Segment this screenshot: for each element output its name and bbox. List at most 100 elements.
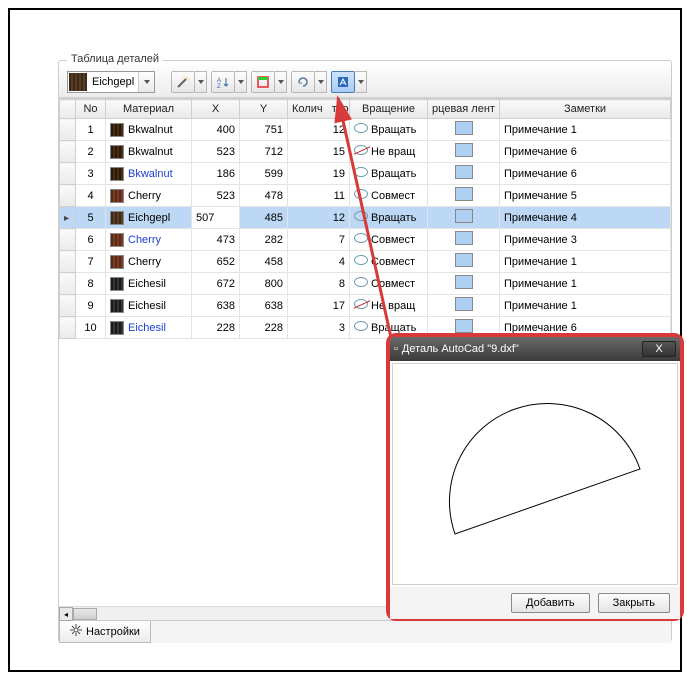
- cell-note[interactable]: Примечание 6: [500, 163, 671, 185]
- color-rect-button[interactable]: [251, 71, 275, 93]
- cell-x[interactable]: 638: [192, 295, 240, 317]
- cell-note[interactable]: Примечание 4: [500, 207, 671, 229]
- cell-x[interactable]: 186: [192, 163, 240, 185]
- cell-note[interactable]: Примечание 5: [500, 185, 671, 207]
- cell-x[interactable]: 523: [192, 141, 240, 163]
- cell-edge[interactable]: [428, 119, 500, 141]
- cell-y[interactable]: 751: [240, 119, 288, 141]
- edge-swatch-icon: [455, 165, 473, 179]
- cell-y[interactable]: 485: [240, 207, 288, 229]
- scroll-left-button[interactable]: ◂: [59, 607, 73, 621]
- close-dialog-button[interactable]: Закрыть: [598, 593, 670, 613]
- cell-material[interactable]: Bkwalnut: [106, 141, 192, 163]
- material-name: Eichesil: [128, 278, 166, 290]
- cell-x[interactable]: 507: [192, 207, 240, 229]
- col-y[interactable]: Y: [240, 100, 288, 119]
- dialog-preview: [392, 363, 678, 585]
- cell-edge[interactable]: [428, 273, 500, 295]
- cell-y[interactable]: 599: [240, 163, 288, 185]
- chevron-down-icon[interactable]: [195, 71, 207, 93]
- row-marker: [60, 163, 76, 185]
- chevron-down-icon[interactable]: [275, 71, 287, 93]
- close-button[interactable]: X: [642, 341, 676, 357]
- cell-no[interactable]: 10: [76, 317, 106, 339]
- cell-edge[interactable]: [428, 163, 500, 185]
- autocad-preview-button[interactable]: [331, 71, 355, 93]
- cell-material[interactable]: Eichesil: [106, 273, 192, 295]
- cell-edge[interactable]: [428, 295, 500, 317]
- cell-y[interactable]: 478: [240, 185, 288, 207]
- add-button[interactable]: Добавить: [511, 593, 590, 613]
- edge-swatch-icon: [455, 121, 473, 135]
- cell-x[interactable]: 672: [192, 273, 240, 295]
- dialog-titlebar[interactable]: ▫ Деталь AutoCad "9.dxf" X: [390, 337, 680, 361]
- cell-note[interactable]: Примечание 1: [500, 251, 671, 273]
- cell-no[interactable]: 9: [76, 295, 106, 317]
- cell-edge[interactable]: [428, 251, 500, 273]
- material-name: Eichesil: [128, 322, 166, 334]
- cell-y[interactable]: 458: [240, 251, 288, 273]
- cell-material[interactable]: Cherry: [106, 185, 192, 207]
- scroll-thumb[interactable]: [73, 608, 97, 620]
- col-no[interactable]: No: [76, 100, 106, 119]
- cell-material[interactable]: Bkwalnut: [106, 163, 192, 185]
- cell-edge[interactable]: [428, 207, 500, 229]
- cell-edge[interactable]: [428, 229, 500, 251]
- rotate-button[interactable]: [291, 71, 315, 93]
- cell-no[interactable]: 5: [76, 207, 106, 229]
- edge-swatch-icon: [455, 143, 473, 157]
- cell-y[interactable]: 282: [240, 229, 288, 251]
- col-material[interactable]: Материал: [106, 100, 192, 119]
- cell-no[interactable]: 4: [76, 185, 106, 207]
- cell-note[interactable]: Примечание 6: [500, 141, 671, 163]
- material-swatch-icon: [110, 211, 124, 225]
- magic-wand-button[interactable]: [171, 71, 195, 93]
- row-marker: [60, 141, 76, 163]
- cell-y[interactable]: 638: [240, 295, 288, 317]
- cell-no[interactable]: 2: [76, 141, 106, 163]
- cell-y[interactable]: 712: [240, 141, 288, 163]
- dialog-footer: Добавить Закрыть: [390, 587, 680, 619]
- cell-no[interactable]: 1: [76, 119, 106, 141]
- cell-material[interactable]: Cherry: [106, 229, 192, 251]
- chevron-down-icon[interactable]: [315, 71, 327, 93]
- cell-no[interactable]: 6: [76, 229, 106, 251]
- col-x[interactable]: X: [192, 100, 240, 119]
- col-edge[interactable]: рцевая лент: [428, 100, 500, 119]
- cell-x[interactable]: 473: [192, 229, 240, 251]
- cell-x[interactable]: 228: [192, 317, 240, 339]
- cell-x[interactable]: 523: [192, 185, 240, 207]
- svg-text:Z: Z: [217, 84, 221, 89]
- edge-swatch-icon: [455, 187, 473, 201]
- cell-y[interactable]: 228: [240, 317, 288, 339]
- material-name: Cherry: [128, 234, 161, 246]
- chevron-down-icon[interactable]: [235, 71, 247, 93]
- tab-settings[interactable]: Настройки: [59, 621, 151, 643]
- cell-material[interactable]: Eichesil: [106, 317, 192, 339]
- cell-note[interactable]: Примечание 3: [500, 229, 671, 251]
- cell-material[interactable]: Bkwalnut: [106, 119, 192, 141]
- col-notes[interactable]: Заметки: [500, 100, 671, 119]
- cell-no[interactable]: 3: [76, 163, 106, 185]
- cell-note[interactable]: Примечание 1: [500, 273, 671, 295]
- cell-no[interactable]: 8: [76, 273, 106, 295]
- cell-x[interactable]: 400: [192, 119, 240, 141]
- row-marker: [60, 251, 76, 273]
- cell-material[interactable]: Eichesil: [106, 295, 192, 317]
- chevron-down-icon[interactable]: [138, 72, 154, 92]
- cell-material[interactable]: Cherry: [106, 251, 192, 273]
- sort-button[interactable]: AZ: [211, 71, 235, 93]
- chevron-down-icon[interactable]: [355, 71, 367, 93]
- cell-x[interactable]: 652: [192, 251, 240, 273]
- material-selector[interactable]: Eichgepl: [67, 71, 155, 93]
- cell-edge[interactable]: [428, 185, 500, 207]
- cell-edge[interactable]: [428, 141, 500, 163]
- cell-material[interactable]: Eichgepl: [106, 207, 192, 229]
- cell-no[interactable]: 7: [76, 251, 106, 273]
- tab-settings-label: Настройки: [86, 626, 140, 638]
- material-swatch-icon: [69, 73, 87, 91]
- cell-note[interactable]: Примечание 1: [500, 295, 671, 317]
- material-name: Cherry: [128, 256, 161, 268]
- cell-y[interactable]: 800: [240, 273, 288, 295]
- cell-note[interactable]: Примечание 1: [500, 119, 671, 141]
